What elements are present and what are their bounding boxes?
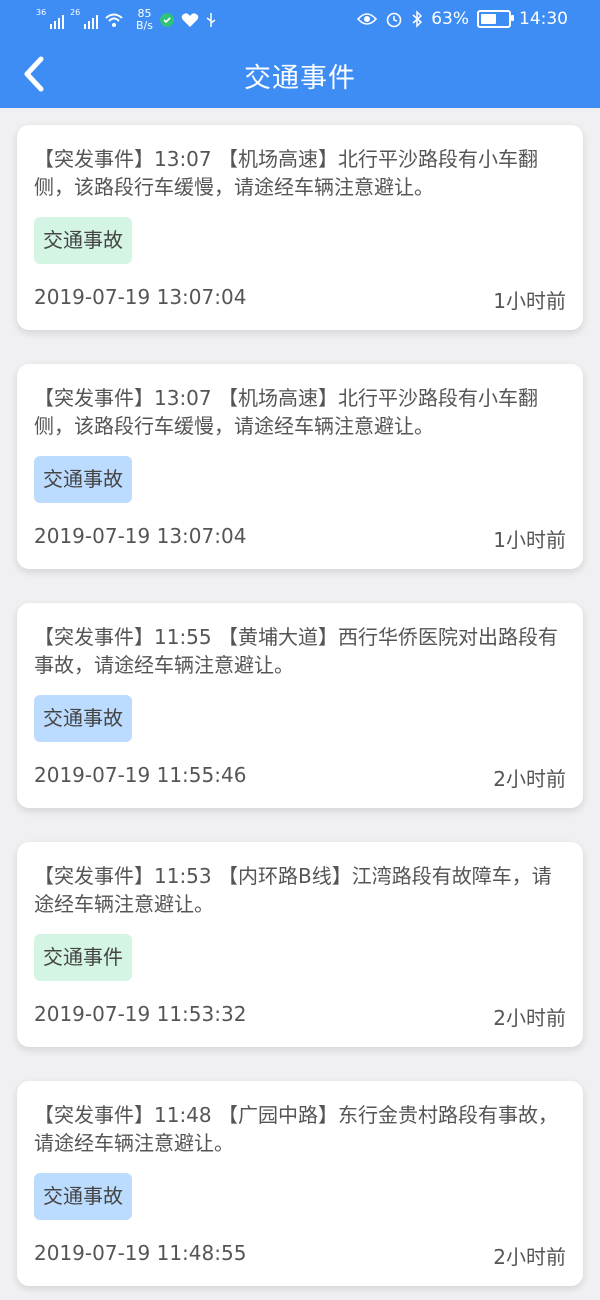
page-title: 交通事件 <box>244 63 356 94</box>
event-ago: 1小时前 <box>493 289 566 313</box>
alarm-icon <box>386 12 402 28</box>
event-time: 2019-07-19 13:07:04 <box>34 524 247 548</box>
app-header: 36 26 85 B/s 63% 14:30 交通事件 <box>0 0 600 108</box>
event-ago: 2小时前 <box>493 1245 566 1269</box>
wifi-icon <box>105 13 123 27</box>
event-text: 【突发事件】11:55 【黄埔大道】西行华侨医院对出路段有事故，请途经车辆注意避… <box>34 625 558 677</box>
event-card[interactable]: 【突发事件】11:53 【内环路B线】江湾路段有故障车，请途经车辆注意避让。 交… <box>17 842 583 1047</box>
signal-label: 36 <box>36 8 47 17</box>
event-card[interactable]: 【突发事件】13:07 【机场高速】北行平沙路段有小车翻侧，该路段行车缓慢，请途… <box>17 125 583 330</box>
event-time: 2019-07-19 13:07:04 <box>34 285 247 309</box>
battery-icon <box>477 10 514 28</box>
event-tag: 交通事故 <box>34 456 132 503</box>
net-speed: 85 B/s <box>136 8 153 32</box>
event-text: 【突发事件】13:07 【机场高速】北行平沙路段有小车翻侧，该路段行车缓慢，请途… <box>34 147 538 199</box>
event-time: 2019-07-19 11:55:46 <box>34 763 247 787</box>
event-tag: 交通事故 <box>34 1173 132 1220</box>
event-text: 【突发事件】11:53 【内环路B线】江湾路段有故障车，请途经车辆注意避让。 <box>34 864 552 916</box>
event-ago: 1小时前 <box>493 528 566 552</box>
signal-icon: 36 <box>36 8 64 29</box>
signal-icon: 26 <box>70 8 98 29</box>
usb-icon <box>206 13 216 27</box>
event-time: 2019-07-19 11:53:32 <box>34 1002 247 1026</box>
event-text: 【突发事件】11:48 【广园中路】东行金贵村路段有事故，请途经车辆注意避让。 <box>34 1103 558 1155</box>
bluetooth-icon <box>412 10 423 28</box>
status-bar: 36 26 85 B/s 63% 14:30 <box>0 0 600 40</box>
app-icon <box>159 13 174 27</box>
event-text: 【突发事件】13:07 【机场高速】北行平沙路段有小车翻侧，该路段行车缓慢，请途… <box>34 386 538 438</box>
event-time: 2019-07-19 11:48:55 <box>34 1241 247 1265</box>
clock: 14:30 <box>519 9 568 29</box>
event-ago: 2小时前 <box>493 767 566 791</box>
net-speed-unit: B/s <box>136 19 153 32</box>
battery-percent: 63% <box>431 9 469 29</box>
event-card[interactable]: 【突发事件】11:48 【广园中路】东行金贵村路段有事故，请途经车辆注意避让。 … <box>17 1081 583 1286</box>
event-tag: 交通事故 <box>34 695 132 742</box>
event-ago: 2小时前 <box>493 1006 566 1030</box>
event-tag: 交通事件 <box>34 934 132 981</box>
health-icon <box>181 13 199 27</box>
event-card[interactable]: 【突发事件】13:07 【机场高速】北行平沙路段有小车翻侧，该路段行车缓慢，请途… <box>17 364 583 569</box>
event-card[interactable]: 【突发事件】11:55 【黄埔大道】西行华侨医院对出路段有事故，请途经车辆注意避… <box>17 603 583 808</box>
eye-icon <box>357 13 378 25</box>
event-tag: 交通事故 <box>34 217 132 264</box>
signal-label: 26 <box>70 8 81 17</box>
